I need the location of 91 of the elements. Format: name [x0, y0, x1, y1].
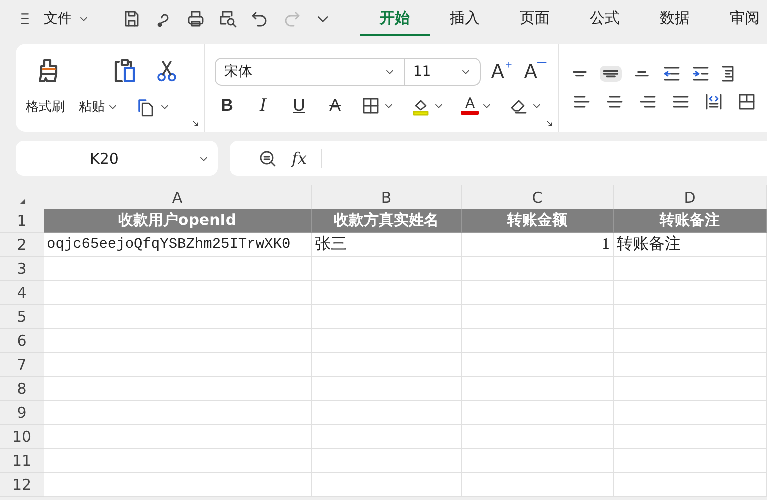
column-header[interactable]: D: [614, 185, 767, 210]
file-menu[interactable]: 文件: [40, 10, 94, 28]
empty-cell[interactable]: [462, 425, 614, 449]
row-header[interactable]: 12: [0, 473, 44, 497]
empty-cell[interactable]: [462, 401, 614, 425]
empty-cell[interactable]: [614, 281, 767, 305]
empty-cell[interactable]: [614, 425, 767, 449]
ribbon-tab[interactable]: 页面: [500, 2, 570, 36]
row-header[interactable]: 8: [0, 377, 44, 401]
row-header[interactable]: 10: [0, 425, 44, 449]
empty-cell[interactable]: [462, 305, 614, 329]
align-bottom-icon: [634, 71, 650, 77]
empty-cell[interactable]: [312, 305, 462, 329]
bold-button[interactable]: B: [215, 96, 240, 116]
table-cell: 转账备注: [614, 209, 767, 233]
empty-cell[interactable]: [614, 353, 767, 377]
empty-cell[interactable]: [614, 473, 767, 497]
empty-cell[interactable]: [462, 329, 614, 353]
row-header[interactable]: 4: [0, 281, 44, 305]
column-header[interactable]: A: [44, 185, 312, 210]
row-header[interactable]: 1: [0, 209, 44, 233]
font-size-dropdown[interactable]: 11: [405, 58, 482, 86]
ribbon-tab[interactable]: 开始: [360, 2, 430, 36]
empty-cell[interactable]: [312, 449, 462, 473]
expand-corner-icon[interactable]: [545, 119, 554, 128]
paste-button[interactable]: 粘贴: [79, 98, 119, 116]
minus-icon: [537, 61, 548, 64]
empty-cell[interactable]: [312, 329, 462, 353]
merge-cells-icon[interactable]: [737, 92, 757, 112]
empty-cell[interactable]: [312, 281, 462, 305]
zoom-icon[interactable]: [258, 148, 278, 168]
table-cell: 张三: [312, 233, 462, 257]
row-header[interactable]: 6: [0, 329, 44, 353]
empty-cell[interactable]: [614, 257, 767, 281]
row-header[interactable]: 2: [0, 233, 44, 257]
strike-button[interactable]: A: [323, 96, 348, 116]
select-all-icon[interactable]: [18, 197, 26, 206]
print-icon[interactable]: [186, 9, 206, 29]
empty-cell[interactable]: [462, 449, 614, 473]
table-cell: 1: [462, 233, 614, 257]
expand-corner-icon[interactable]: [191, 119, 200, 128]
align-button[interactable]: [600, 66, 622, 82]
ribbon-tab[interactable]: 插入: [430, 2, 500, 36]
plus-icon: [504, 61, 514, 71]
table-cell: 转账金额: [462, 209, 614, 233]
formula-bar[interactable]: fx: [230, 141, 767, 176]
font-color-button[interactable]: A: [459, 95, 496, 117]
empty-cell[interactable]: [614, 377, 767, 401]
font-grow-button[interactable]: A: [491, 61, 514, 83]
ribbon-tab[interactable]: 数据: [640, 2, 710, 36]
empty-cell[interactable]: [312, 473, 462, 497]
row-header[interactable]: 11: [0, 449, 44, 473]
align-middle-icon: [603, 69, 619, 79]
empty-cell[interactable]: [312, 257, 462, 281]
empty-cell[interactable]: [614, 449, 767, 473]
empty-cell[interactable]: [614, 305, 767, 329]
row-header[interactable]: 7: [0, 353, 44, 377]
row-header[interactable]: 9: [0, 401, 44, 425]
empty-cell[interactable]: [462, 377, 614, 401]
row-header[interactable]: 3: [0, 257, 44, 281]
function-label[interactable]: fx: [292, 149, 322, 168]
empty-cell[interactable]: [462, 473, 614, 497]
table-cell: oqjc65eejoQfqYSBZhm25ITrwXK0: [44, 233, 312, 257]
underline-button[interactable]: U: [287, 96, 312, 116]
row-header[interactable]: 5: [0, 305, 44, 329]
table-cell: 转账备注: [614, 233, 767, 257]
font-shrink-button[interactable]: A: [524, 61, 548, 83]
font-name-dropdown[interactable]: 宋体: [215, 58, 406, 86]
empty-cell[interactable]: [312, 377, 462, 401]
italic-button[interactable]: I: [251, 96, 276, 116]
table-cell: 收款用户openId: [44, 209, 312, 233]
align-top-icon: [572, 71, 588, 77]
column-header[interactable]: C: [462, 185, 614, 210]
empty-cell[interactable]: [614, 401, 767, 425]
format-painter-button[interactable]: 格式刷: [26, 98, 65, 116]
empty-cell[interactable]: [462, 353, 614, 377]
table-cell: 收款方真实姓名: [312, 209, 462, 233]
empty-cell[interactable]: [312, 353, 462, 377]
empty-cell[interactable]: [312, 401, 462, 425]
distribute-icon[interactable]: [704, 92, 724, 112]
empty-cell[interactable]: [462, 281, 614, 305]
empty-cell[interactable]: [462, 257, 614, 281]
ribbon-tab[interactable]: 公式: [570, 2, 640, 36]
print-preview-icon[interactable]: [218, 9, 238, 29]
column-header[interactable]: B: [312, 185, 462, 210]
grid-icon: [361, 96, 382, 116]
empty-cell[interactable]: [312, 425, 462, 449]
name-box[interactable]: K20: [16, 141, 218, 176]
color-bar: [461, 111, 480, 115]
empty-cell[interactable]: [614, 329, 767, 353]
ribbon-tab[interactable]: 审阅: [710, 2, 767, 36]
